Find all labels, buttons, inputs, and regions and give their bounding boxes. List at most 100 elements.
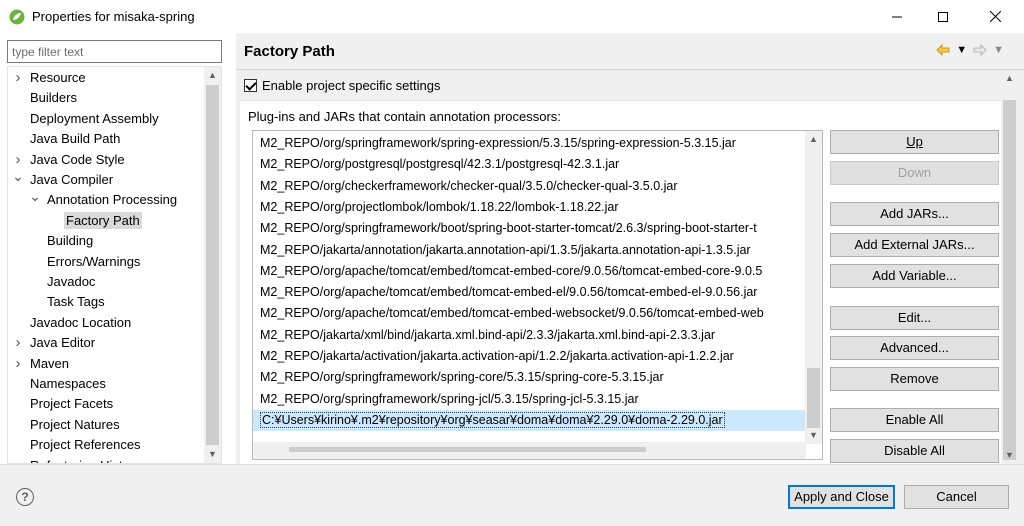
scroll-thumb[interactable] bbox=[1003, 100, 1016, 460]
tree-item[interactable]: Javadoc bbox=[29, 272, 95, 292]
jar-list-item[interactable]: M2_REPO/jakarta/annotation/jakarta.annot… bbox=[253, 240, 806, 261]
jar-list-item[interactable]: M2_REPO/org/apache/tomcat/embed/tomcat-e… bbox=[253, 261, 806, 282]
scroll-up-icon[interactable]: ▲ bbox=[805, 131, 822, 148]
jar-list-item[interactable]: M2_REPO/org/checkerframework/checker-qua… bbox=[253, 176, 806, 197]
tree-item[interactable]: Project Facets bbox=[12, 394, 113, 414]
tree-item[interactable]: Java Build Path bbox=[12, 129, 120, 149]
enable-all-button[interactable]: Enable All bbox=[830, 408, 999, 432]
tree-item[interactable]: Building bbox=[29, 231, 93, 251]
tree-item-label: Resource bbox=[30, 70, 86, 85]
scroll-down-icon[interactable]: ▼ bbox=[1001, 447, 1018, 464]
tree-item-label: Maven bbox=[30, 355, 70, 371]
help-icon[interactable]: ? bbox=[16, 488, 34, 506]
tree-item[interactable]: Builders bbox=[12, 88, 77, 108]
jar-list-item[interactable]: M2_REPO/org/projectlombok/lombok/1.18.22… bbox=[253, 197, 806, 218]
jar-list-item[interactable]: M2_REPO/org/apache/tomcat/embed/tomcat-e… bbox=[253, 282, 806, 303]
back-arrow-icon[interactable] bbox=[936, 44, 950, 56]
jar-path: C:¥Users¥kirino¥.m2¥repository¥org¥seasa… bbox=[260, 411, 725, 428]
jar-list: M2_REPO/org/springframework/spring-expre… bbox=[252, 130, 823, 460]
title-bar: Properties for misaka-spring bbox=[0, 0, 1024, 33]
back-dropdown-icon[interactable]: ▼ bbox=[956, 44, 967, 56]
page-content: Enable project specific settings Plug-in… bbox=[236, 70, 1002, 464]
forward-dropdown-icon[interactable]: ▼ bbox=[993, 44, 1004, 56]
jar-list-item[interactable]: M2_REPO/org/postgresql/postgresql/42.3.1… bbox=[253, 154, 806, 175]
jar-list-item[interactable]: M2_REPO/org/springframework/spring-core/… bbox=[253, 367, 806, 388]
factory-path-panel: Plug-ins and JARs that contain annotatio… bbox=[240, 100, 1002, 464]
tree-item[interactable]: › Maven bbox=[12, 354, 70, 374]
scroll-up-icon[interactable]: ▲ bbox=[1001, 70, 1018, 87]
minimize-icon[interactable] bbox=[874, 0, 920, 33]
tree-item[interactable]: › Java Code Style bbox=[12, 150, 125, 170]
tree-item[interactable]: Namespaces bbox=[12, 374, 106, 394]
jar-path: M2_REPO/org/apache/tomcat/embed/tomcat-e… bbox=[260, 306, 764, 321]
dialog-footer: ? Apply and Close Cancel bbox=[0, 464, 1024, 526]
jar-path: M2_REPO/org/checkerframework/checker-qua… bbox=[260, 178, 678, 193]
advanced-button[interactable]: Advanced... bbox=[830, 336, 999, 360]
cancel-button[interactable]: Cancel bbox=[904, 485, 1009, 509]
apply-and-close-button[interactable]: Apply and Close bbox=[788, 485, 895, 509]
page-vscrollbar[interactable]: ▲ ▼ bbox=[1001, 70, 1018, 464]
jar-list-hscrollbar[interactable] bbox=[253, 442, 806, 459]
up-button[interactable]: Up bbox=[830, 130, 999, 154]
tree-item[interactable]: Project References bbox=[12, 435, 141, 455]
tree-scrollbar[interactable]: ▲ ▼ bbox=[204, 67, 221, 463]
tree-item[interactable]: Deployment Assembly bbox=[12, 109, 159, 129]
expand-arrow-icon[interactable]: › bbox=[12, 333, 24, 353]
disable-all-button[interactable]: Disable All bbox=[830, 439, 999, 463]
jar-list-item[interactable]: C:¥Users¥kirino¥.m2¥repository¥org¥seasa… bbox=[253, 409, 806, 431]
jar-list-item[interactable]: M2_REPO/org/springframework/boot/spring-… bbox=[253, 218, 806, 239]
tree-item-label: Annotation Processing bbox=[47, 192, 178, 208]
scroll-down-icon[interactable]: ▼ bbox=[204, 446, 221, 463]
enable-checkbox[interactable] bbox=[244, 79, 257, 92]
tree-item[interactable]: ⌄ Java Compiler bbox=[12, 169, 113, 190]
tree-item[interactable]: Refactoring History bbox=[12, 456, 141, 463]
expand-arrow-icon[interactable]: › bbox=[12, 150, 24, 170]
tree-item[interactable]: Javadoc Location bbox=[12, 313, 131, 333]
tree-item[interactable]: Project Natures bbox=[12, 415, 120, 435]
tree-item[interactable]: › Java Editor bbox=[12, 333, 96, 353]
tree-item-label: Java Editor bbox=[30, 335, 96, 351]
tree-item[interactable]: Errors/Warnings bbox=[29, 252, 140, 272]
filter-input[interactable] bbox=[7, 40, 222, 63]
scroll-thumb[interactable] bbox=[289, 447, 646, 452]
tree-item[interactable]: › Resource bbox=[12, 68, 86, 88]
expand-arrow-icon[interactable]: › bbox=[12, 354, 24, 374]
tree-item[interactable]: ⌄ Annotation Processing bbox=[29, 189, 178, 210]
scroll-up-icon[interactable]: ▲ bbox=[204, 67, 221, 84]
jar-list-item[interactable]: M2_REPO/jakarta/xml/bind/jakarta.xml.bin… bbox=[253, 325, 806, 346]
add-jars-button[interactable]: Add JARs... bbox=[830, 202, 999, 226]
tree-item-label: Building bbox=[47, 233, 94, 249]
collapse-arrow-icon[interactable]: ⌄ bbox=[29, 189, 41, 210]
expand-arrow-icon[interactable]: › bbox=[12, 68, 24, 88]
scroll-down-icon[interactable]: ▼ bbox=[805, 427, 822, 444]
tree-item-label: Factory Path bbox=[64, 211, 142, 229]
jar-path: M2_REPO/org/springframework/spring-core/… bbox=[260, 370, 664, 385]
tree-item-label: Java Build Path bbox=[30, 131, 121, 147]
down-button[interactable]: Down bbox=[830, 161, 999, 185]
jar-list-item[interactable]: M2_REPO/org/apache/tomcat/embed/tomcat-e… bbox=[253, 303, 806, 324]
enable-project-settings[interactable]: Enable project specific settings bbox=[244, 78, 440, 93]
add-variable-button[interactable]: Add Variable... bbox=[830, 264, 999, 288]
remove-button[interactable]: Remove bbox=[830, 367, 999, 391]
maximize-icon[interactable] bbox=[920, 0, 966, 33]
tree-item[interactable]: Task Tags bbox=[29, 292, 105, 312]
collapse-arrow-icon[interactable]: ⌄ bbox=[12, 169, 24, 190]
edit-button[interactable]: Edit... bbox=[830, 306, 999, 330]
tree-item-label: Javadoc bbox=[47, 274, 96, 289]
jar-list-vscrollbar[interactable]: ▲ ▼ bbox=[805, 131, 822, 444]
add-external-jars-button[interactable]: Add External JARs... bbox=[830, 233, 999, 257]
scroll-thumb[interactable] bbox=[206, 85, 219, 445]
jar-list-item[interactable]: M2_REPO/org/springframework/spring-jcl/5… bbox=[253, 389, 806, 410]
jar-list-item[interactable]: M2_REPO/jakarta/activation/jakarta.activ… bbox=[253, 346, 806, 367]
close-icon[interactable] bbox=[972, 0, 1018, 33]
forward-arrow-icon[interactable] bbox=[973, 44, 987, 56]
tree-item[interactable]: Factory Path bbox=[46, 211, 142, 231]
jar-list-item[interactable]: M2_REPO/org/springframework/spring-expre… bbox=[253, 133, 806, 154]
scroll-thumb[interactable] bbox=[807, 368, 820, 428]
